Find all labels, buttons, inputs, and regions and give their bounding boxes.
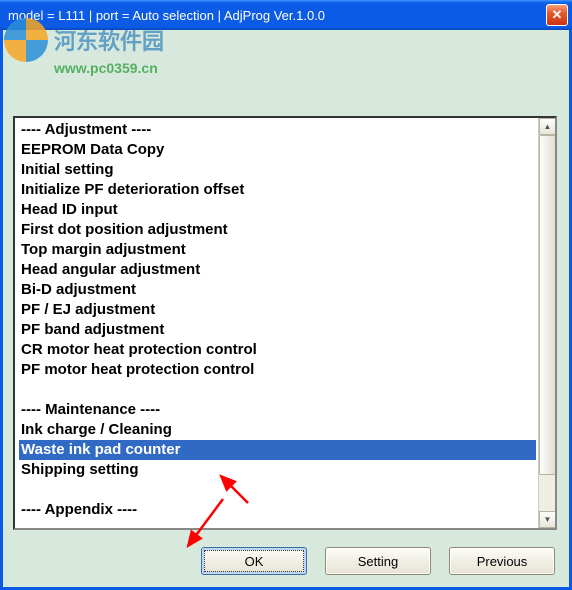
close-button[interactable]: ✕ (546, 4, 568, 26)
list-item[interactable]: Initialize PF deterioration offset (19, 180, 538, 200)
chevron-up-icon: ▲ (544, 122, 552, 131)
list-item[interactable]: ---- Maintenance ---- (19, 400, 538, 420)
scroll-thumb[interactable] (539, 135, 556, 475)
list-item[interactable]: CR motor heat protection control (19, 340, 538, 360)
chevron-down-icon: ▼ (544, 515, 552, 524)
close-icon: ✕ (552, 7, 563, 23)
list-panel: ---- Adjustment ----EEPROM Data CopyInit… (13, 116, 557, 530)
list-item[interactable]: Head angular adjustment (19, 260, 538, 280)
list-item[interactable]: Bi-D adjustment (19, 280, 538, 300)
list-item[interactable] (19, 480, 538, 500)
list-item[interactable]: First dot position adjustment (19, 220, 538, 240)
list-item[interactable]: Top margin adjustment (19, 240, 538, 260)
window-title: model = L111 | port = Auto selection | A… (8, 8, 546, 23)
list-item[interactable]: Initial setting (19, 160, 538, 180)
list-item[interactable]: EEPROM Data Copy (19, 140, 538, 160)
listbox[interactable]: ---- Adjustment ----EEPROM Data CopyInit… (15, 118, 538, 528)
list-item[interactable]: ---- Appendix ---- (19, 500, 538, 520)
button-row: OK Setting Previous (201, 547, 555, 575)
list-item[interactable]: Waste ink pad counter (19, 440, 536, 460)
vertical-scrollbar[interactable]: ▲ ▼ (538, 118, 555, 528)
list-item[interactable]: Shipping setting (19, 460, 538, 480)
list-item[interactable]: Head ID input (19, 200, 538, 220)
setting-button[interactable]: Setting (325, 547, 431, 575)
list-item[interactable]: ---- Adjustment ---- (19, 120, 538, 140)
titlebar: model = L111 | port = Auto selection | A… (0, 0, 572, 30)
list-item[interactable]: PF band adjustment (19, 320, 538, 340)
ok-button[interactable]: OK (201, 547, 307, 575)
list-item[interactable]: PF motor heat protection control (19, 360, 538, 380)
list-item[interactable]: PF / EJ adjustment (19, 300, 538, 320)
previous-button[interactable]: Previous (449, 547, 555, 575)
content-area: ---- Adjustment ----EEPROM Data CopyInit… (0, 30, 572, 590)
list-item[interactable] (19, 380, 538, 400)
scroll-down-button[interactable]: ▼ (539, 511, 556, 528)
list-item[interactable]: Ink charge / Cleaning (19, 420, 538, 440)
scroll-up-button[interactable]: ▲ (539, 118, 556, 135)
